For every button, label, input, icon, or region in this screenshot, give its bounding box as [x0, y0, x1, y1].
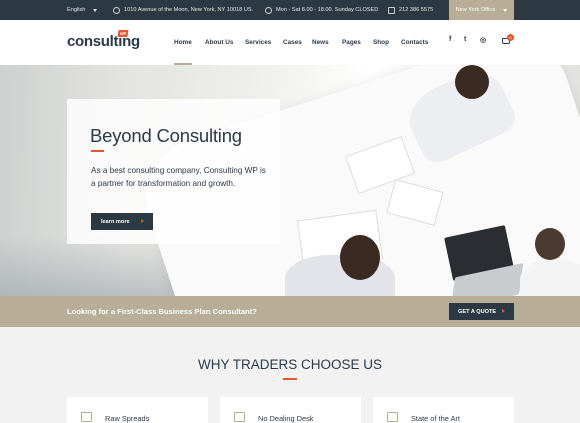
person-image — [520, 260, 580, 296]
arrow-right-icon — [141, 219, 144, 223]
chevron-down-icon — [93, 8, 98, 12]
no-dealing-desk-icon — [234, 412, 245, 422]
office-selector[interactable]: New York Office — [449, 0, 514, 20]
person-image — [535, 228, 565, 260]
instagram-icon[interactable]: ◎ — [480, 36, 486, 44]
nav-shop[interactable]: Shop — [373, 20, 389, 65]
hours-text: Mon - Sat 8.00 - 18.00. Sunday CLOSED — [276, 7, 379, 13]
feature-card[interactable]: Raw Spreads — [67, 397, 208, 423]
section-title: WHY TRADERS CHOOSE US — [197, 357, 383, 372]
phone-icon — [388, 6, 395, 14]
cart-count-badge: 0 — [507, 34, 514, 41]
feature-label: Raw Spreads — [105, 414, 150, 423]
hero-accent-line — [91, 150, 104, 152]
site-logo[interactable]: consulting — [67, 33, 140, 50]
nav-contacts[interactable]: Contacts — [401, 20, 428, 65]
hero-description: As a best consulting company, Consulting… — [91, 166, 266, 188]
facebook-icon[interactable]: f — [449, 36, 451, 43]
chevron-down-icon — [503, 8, 508, 12]
clock-icon — [265, 6, 272, 14]
nav-home[interactable]: Home — [174, 20, 192, 65]
nav-cases[interactable]: Cases — [283, 20, 302, 65]
feature-card[interactable]: No Dealing Desk — [220, 397, 361, 423]
office-label: New York Office — [455, 7, 496, 13]
person-image — [455, 65, 489, 99]
nav-about-us[interactable]: About Us — [205, 20, 233, 65]
raw-spreads-icon — [81, 412, 92, 422]
feature-card[interactable]: State of the Art — [373, 397, 514, 423]
nav-pages[interactable]: Pages — [342, 20, 361, 65]
logo-badge: WP — [117, 30, 130, 37]
learn-more-label: learn more — [101, 218, 130, 225]
nav-services[interactable]: Services — [245, 20, 271, 65]
address-text: 1010 Avenue of the Moon, New York, NY 10… — [124, 7, 254, 13]
phone-text: 212 386 5575 — [399, 7, 434, 13]
feature-label: State of the Art — [411, 414, 460, 423]
language-label: English — [67, 7, 86, 13]
language-selector[interactable]: English — [67, 0, 98, 20]
arrow-right-icon — [502, 309, 505, 313]
site-header: consulting WP Home About Us Services Cas… — [0, 20, 580, 65]
person-image — [340, 235, 380, 280]
nav-news[interactable]: News — [312, 20, 329, 65]
address-info: 1010 Avenue of the Moon, New York, NY 10… — [113, 0, 253, 20]
hero-title: Beyond Consulting — [90, 125, 242, 146]
feature-label: No Dealing Desk — [258, 414, 314, 423]
section-accent-line — [283, 378, 297, 380]
get-a-quote-label: GET A QUOTE — [458, 308, 497, 315]
state-of-the-art-icon — [387, 412, 398, 422]
get-a-quote-button[interactable]: GET A QUOTE — [449, 303, 514, 320]
location-pin-icon — [113, 6, 120, 14]
cta-text: Looking for a First-Class Business Plan … — [67, 307, 257, 316]
twitter-icon[interactable]: t — [464, 36, 466, 43]
hours-info: Mon - Sat 8.00 - 18.00. Sunday CLOSED — [265, 0, 378, 20]
learn-more-button[interactable]: learn more — [91, 213, 153, 230]
phone-info[interactable]: 212 386 5575 — [388, 0, 433, 20]
